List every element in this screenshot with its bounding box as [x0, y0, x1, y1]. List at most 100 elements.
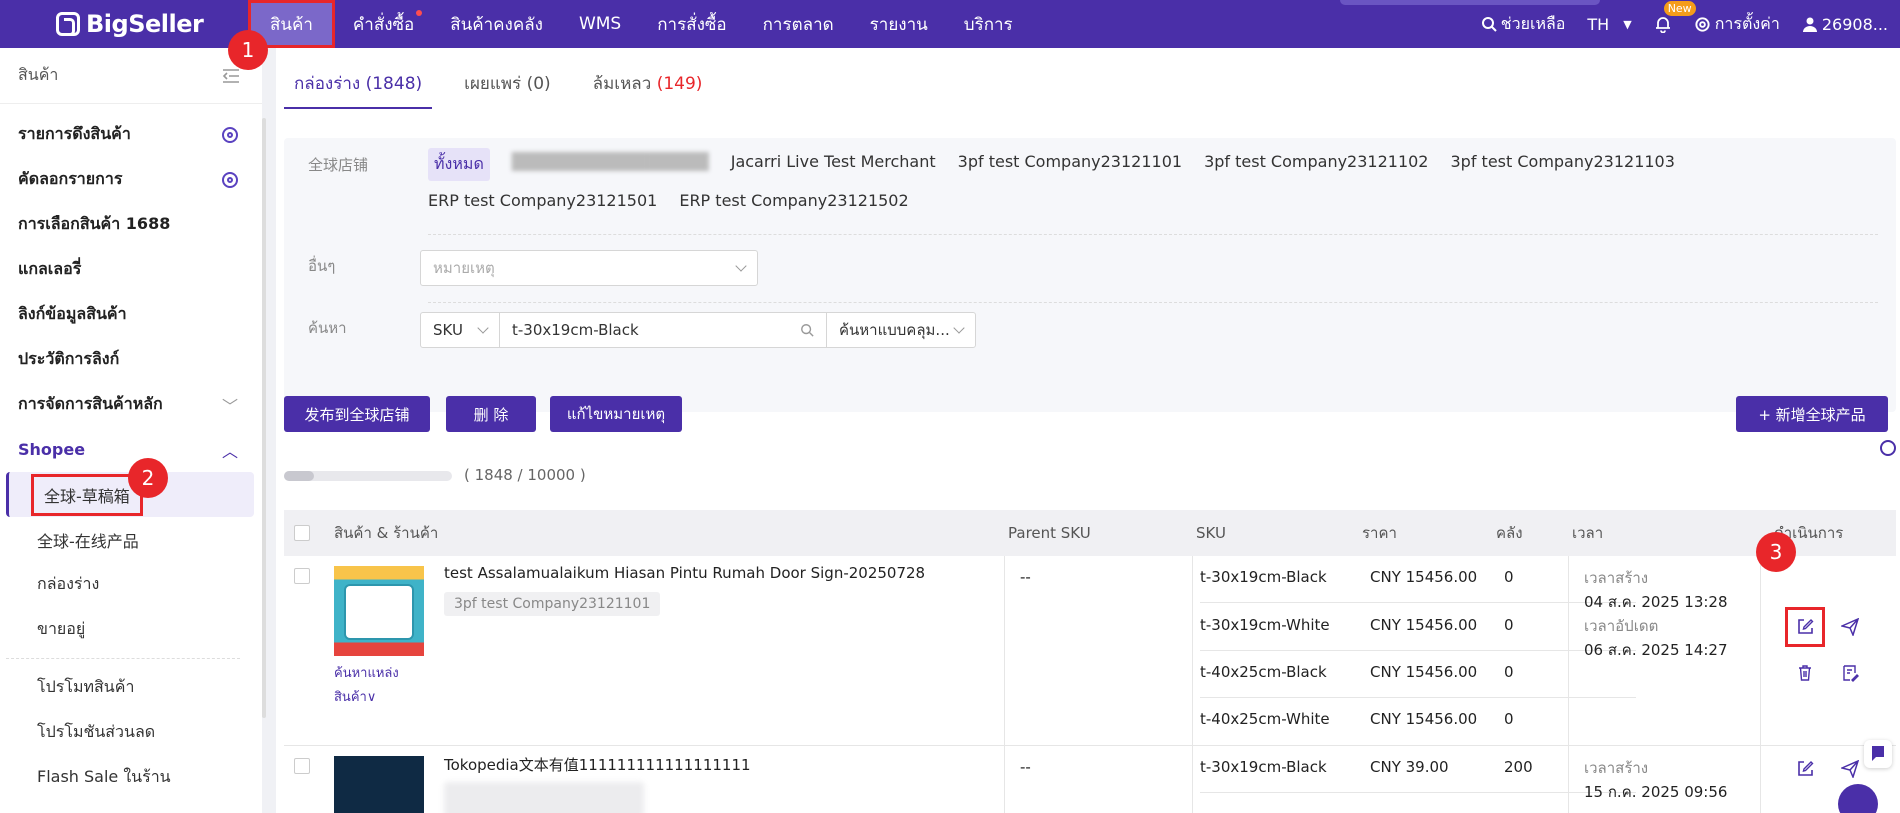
annotation-marker-3: 3 [1756, 532, 1796, 572]
settings-icon[interactable] [222, 171, 238, 188]
notifications-button[interactable]: New [1654, 1, 1696, 33]
column-divider [1568, 746, 1569, 813]
sidebar-item-master-product[interactable]: การจัดการสินค้าหลัก ﹀ [0, 382, 262, 427]
settings-icon[interactable] [222, 126, 238, 143]
nav-orders[interactable]: คำสั่งซื้อ [335, 0, 432, 48]
chevron-down-icon: ﹀ [221, 396, 238, 416]
row-checkbox[interactable] [294, 568, 310, 584]
gear-icon [1695, 16, 1710, 32]
tab-published[interactable]: เผยแพร่ (0) [454, 70, 561, 109]
nav-purchase[interactable]: การสั่งซื้อ [639, 0, 744, 48]
remark-select[interactable]: หมายเหตุ [420, 250, 758, 286]
store-chip[interactable]: 3pf test Company23121101 [958, 152, 1182, 181]
sidebar-item-flash-sale[interactable]: Flash Sale ในร้าน [0, 755, 262, 800]
time-info: เวลาสร้าง 04 ส.ค. 2025 13:28 เวลาอัปเดต … [1584, 569, 1728, 659]
variant-price: CNY 15456.00 [1370, 663, 1478, 681]
nav-marketing[interactable]: การตลาด [745, 0, 852, 48]
send-icon [1841, 618, 1859, 636]
store-chip-redacted[interactable]: ████████████████ [512, 152, 709, 181]
variant-divider [1200, 792, 1636, 793]
publish-global-button[interactable]: 发布到全球店铺 [284, 396, 430, 432]
sidebar-item-boost-product[interactable]: โปรโมทสินค้า [0, 665, 262, 710]
publish-button[interactable] [1839, 758, 1861, 780]
collapse-menu-icon[interactable] [222, 68, 240, 83]
sidebar-scrollbar[interactable] [262, 118, 266, 718]
chevron-down-icon [735, 260, 747, 272]
table-row: ค้นหาแหล่ง สินค้า∨ test Assalamualaikum … [284, 556, 1896, 746]
edit-icon [1798, 761, 1814, 776]
row-checkbox[interactable] [294, 758, 310, 774]
col-parent-sku: Parent SKU [1008, 524, 1091, 542]
send-icon [1841, 760, 1859, 778]
store-chip[interactable]: ERP test Company23121502 [679, 191, 908, 210]
edit-remark-button[interactable]: แก้ไขหมายเหตุ [550, 396, 682, 432]
chevron-up-icon: ︿ [221, 441, 238, 461]
nav-inventory[interactable]: สินค้าคงคลัง [432, 0, 561, 48]
sidebar-item-product-link[interactable]: ลิงก์ข้อมูลสินค้า [0, 292, 262, 337]
sidebar-item-1688[interactable]: การเลือกสินค้า 1688 [0, 202, 262, 247]
settings-link[interactable]: การตั้งค่า [1694, 12, 1780, 37]
add-global-product-button[interactable]: + 新增全球产品 [1736, 396, 1888, 432]
annotation-marker-2: 2 [128, 458, 168, 498]
main-content: กล่องร่าง (1848) เผยแพร่ (0) ล้มเหลว (14… [276, 48, 1900, 813]
store-filter-chips: ทั้งหมด ████████████████ Jacarri Live Te… [428, 148, 1878, 210]
sidebar-item-on-sale[interactable]: ขายอยู่ [0, 607, 262, 652]
search-icon[interactable] [800, 323, 814, 337]
column-divider [1192, 746, 1193, 813]
nav-services[interactable]: บริการ [946, 0, 1031, 48]
product-thumbnail[interactable] [334, 566, 424, 656]
table-row: Tokopedia文本有值111111111111111111 -- t-30x… [284, 746, 1896, 813]
other-filter-label: อื่นๆ [308, 257, 336, 275]
flag-icon [1872, 746, 1884, 761]
help-link[interactable]: ช่วยเหลือ [1481, 12, 1565, 37]
store-chip[interactable]: 3pf test Company23121103 [1450, 152, 1674, 181]
edit-button[interactable] [1794, 758, 1816, 780]
store-chip[interactable]: 3pf test Company23121102 [1204, 152, 1428, 181]
tab-failed[interactable]: ล้มเหลว (149) [583, 70, 713, 109]
global-search-bar-edge[interactable] [1340, 0, 1600, 5]
nav-wms[interactable]: WMS [561, 0, 639, 48]
sidebar-item-draft-box[interactable]: กล่องร่าง [0, 562, 262, 607]
delete-row-button[interactable] [1794, 662, 1816, 684]
sidebar-item-discount-promo[interactable]: โปรโมชันส่วนลด [0, 710, 262, 755]
find-source-link[interactable]: ค้นหาแหล่ง สินค้า∨ [334, 662, 399, 710]
variant-stock: 200 [1504, 758, 1533, 776]
publish-button[interactable] [1839, 616, 1861, 638]
bigseller-logo[interactable]: BigSeller [0, 10, 248, 38]
nav-reports[interactable]: รายงาน [852, 0, 946, 48]
tab-draft[interactable]: กล่องร่าง (1848) [284, 70, 433, 109]
search-mode-select[interactable]: ค้นหาแบบคลุม... [826, 312, 976, 348]
variant-price: CNY 15456.00 [1370, 710, 1478, 728]
filter-divider [428, 302, 1878, 303]
col-time: เวลา [1572, 524, 1604, 542]
column-divider [1760, 746, 1761, 813]
sidebar-item-link-history[interactable]: ประวัติการลิงก์ [0, 337, 262, 382]
store-chip[interactable]: Jacarri Live Test Merchant [731, 152, 936, 181]
sidebar-item-global-online[interactable]: 全球-在线产品 [0, 517, 262, 562]
parent-sku: -- [1020, 758, 1031, 776]
store-chip[interactable]: ERP test Company23121501 [428, 191, 657, 210]
product-thumbnail[interactable] [334, 756, 424, 813]
sidebar-item-copy-listing[interactable]: คัดลอกรายการ [0, 157, 262, 202]
search-field-select[interactable]: SKU [420, 312, 500, 348]
store-chip-all[interactable]: ทั้งหมด [428, 148, 490, 181]
col-product: สินค้า & ร้านค้า [334, 524, 439, 542]
remark-button[interactable] [1839, 662, 1861, 684]
user-menu[interactable]: 26908... [1802, 15, 1888, 34]
variant-stock: 0 [1504, 616, 1514, 634]
sidebar-item-gallery[interactable]: แกลเลอรี่ [0, 247, 262, 292]
annotation-marker-1: 1 [228, 30, 268, 70]
feedback-button[interactable] [1864, 740, 1892, 768]
language-select[interactable]: TH ▼ [1587, 15, 1631, 34]
product-name[interactable]: test Assalamualaikum Hiasan Pintu Rumah … [444, 564, 925, 582]
store-tag-redacted [444, 782, 644, 813]
edit-button[interactable] [1785, 607, 1825, 647]
floating-search-icon[interactable] [1880, 440, 1896, 456]
select-all-checkbox[interactable] [294, 525, 310, 541]
variant-stock: 0 [1504, 568, 1514, 586]
delete-button[interactable]: 删 除 [446, 396, 536, 432]
sidebar-item-pull-products[interactable]: รายการดึงสินค้า [0, 112, 262, 157]
column-divider [1760, 556, 1761, 746]
search-input[interactable]: t-30x19cm-Black [499, 312, 827, 348]
product-name[interactable]: Tokopedia文本有值111111111111111111 [444, 754, 751, 775]
